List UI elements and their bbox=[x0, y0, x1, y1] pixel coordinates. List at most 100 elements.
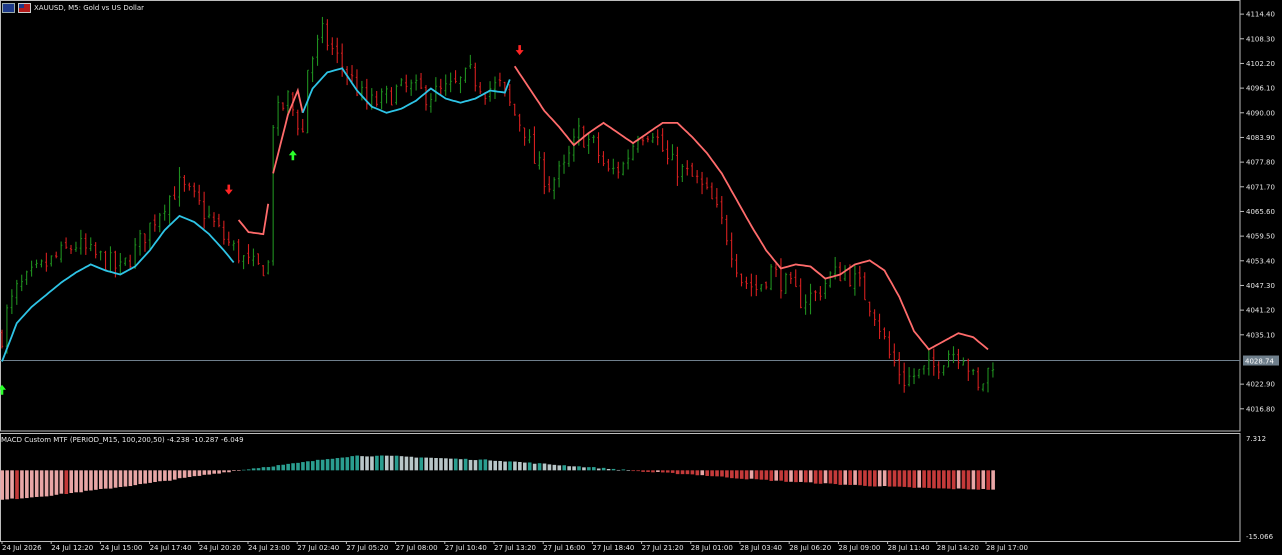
macd-bar bbox=[813, 470, 818, 484]
macd-bar bbox=[340, 457, 345, 471]
macd-bar bbox=[439, 458, 443, 471]
indicator-panel-frame bbox=[0, 433, 1241, 542]
trend-line-layer bbox=[1, 65, 989, 362]
y-tick-label: 4071.70 bbox=[1246, 183, 1275, 191]
macd-bar bbox=[572, 466, 576, 471]
macd-bar bbox=[458, 459, 463, 471]
x-tick-label: 24 Jul 20:20 bbox=[199, 544, 241, 552]
macd-bar bbox=[922, 470, 926, 488]
x-tick-label: 28 Jul 09:00 bbox=[838, 544, 880, 552]
macd-bar bbox=[557, 465, 562, 471]
y-tick-label: 4016.80 bbox=[1246, 405, 1275, 413]
macd-bar bbox=[853, 470, 857, 485]
y-tick-label: 4047.30 bbox=[1246, 282, 1275, 290]
x-tick-label: 24 Jul 15:00 bbox=[100, 544, 142, 552]
trend-line-segment bbox=[237, 203, 270, 236]
macd-bar bbox=[848, 470, 852, 485]
macd-bar bbox=[266, 467, 271, 471]
macd-bar bbox=[0, 470, 4, 500]
macd-bar bbox=[172, 470, 177, 480]
macd-bar bbox=[237, 470, 241, 471]
macd-bar bbox=[710, 470, 714, 477]
macd-bar bbox=[621, 469, 626, 471]
macd-bar bbox=[577, 466, 581, 471]
macd-bar bbox=[799, 470, 803, 482]
macd-bar bbox=[54, 470, 59, 495]
y-tick-label: 4065.60 bbox=[1246, 208, 1275, 216]
buy-arrow-icon bbox=[0, 384, 6, 395]
macd-bar bbox=[350, 456, 355, 471]
macd-bar bbox=[961, 470, 966, 489]
macd-bar bbox=[133, 470, 138, 486]
y-tick-label: 4096.10 bbox=[1246, 85, 1275, 93]
x-tick-label: 27 Jul 10:40 bbox=[445, 544, 487, 552]
macd-bar bbox=[197, 470, 202, 476]
macd-bar bbox=[508, 461, 512, 471]
chart-window[interactable]: XAUUSD, M5: Gold vs US Dollar MACD Custo… bbox=[0, 0, 1282, 555]
x-tick-label: 27 Jul 21:20 bbox=[642, 544, 684, 552]
x-tick-label: 27 Jul 16:00 bbox=[543, 544, 585, 552]
macd-bar bbox=[596, 468, 601, 471]
macd-bar bbox=[527, 462, 532, 471]
macd-bar bbox=[942, 470, 946, 489]
macd-bar bbox=[749, 470, 754, 479]
y-tick-label: 4035.10 bbox=[1246, 331, 1275, 339]
macd-bar bbox=[803, 470, 808, 483]
x-tick-label: 27 Jul 02:40 bbox=[297, 544, 339, 552]
macd-bar bbox=[937, 470, 941, 489]
macd-bar bbox=[892, 470, 897, 487]
macd-bar bbox=[113, 470, 118, 488]
y-tick-label: 4114.40 bbox=[1246, 11, 1275, 19]
macd-bar bbox=[725, 470, 729, 478]
macd-bar bbox=[103, 470, 108, 489]
macd-bar bbox=[182, 470, 187, 478]
macd-bar bbox=[902, 470, 907, 487]
macd-bar bbox=[661, 470, 665, 473]
macd-bar bbox=[720, 470, 724, 477]
macd-bar bbox=[863, 470, 867, 486]
macd-y-tick-label: -15.066 bbox=[1246, 533, 1274, 541]
macd-bar bbox=[429, 457, 433, 471]
macd-bar bbox=[907, 470, 912, 488]
macd-bar bbox=[838, 470, 843, 485]
macd-bar bbox=[498, 460, 502, 471]
macd-bar bbox=[601, 467, 606, 471]
macd-bar bbox=[99, 470, 103, 489]
macd-bar bbox=[232, 470, 236, 471]
macd-histogram-layer bbox=[0, 455, 995, 500]
macd-bar bbox=[89, 470, 93, 491]
main-panel-frame bbox=[0, 0, 1241, 432]
macd-bar bbox=[453, 458, 458, 471]
macd-bar bbox=[730, 470, 734, 479]
macd-bar bbox=[522, 462, 527, 471]
macd-bar bbox=[759, 470, 764, 480]
macd-bar bbox=[399, 456, 404, 471]
macd-bar bbox=[794, 470, 798, 483]
x-tick-label: 27 Jul 08:00 bbox=[396, 544, 438, 552]
macd-bar bbox=[665, 470, 670, 473]
macd-bar bbox=[986, 470, 990, 490]
x-tick-label: 28 Jul 01:00 bbox=[691, 544, 733, 552]
macd-bar bbox=[434, 458, 438, 471]
price-chart-svg[interactable]: 4114.40 4108.30 4102.20 4096.10 4090.00 4083.… bbox=[0, 0, 1282, 555]
macd-bar bbox=[887, 470, 892, 487]
sell-arrow-icon bbox=[224, 184, 233, 195]
macd-bar bbox=[256, 468, 261, 471]
macd-bar bbox=[404, 456, 409, 471]
macd-bar bbox=[868, 470, 872, 487]
macd-bar bbox=[271, 466, 276, 471]
macd-bar bbox=[44, 470, 49, 497]
macd-bar bbox=[64, 470, 69, 495]
macd-bar bbox=[246, 469, 251, 471]
macd-bar bbox=[646, 470, 650, 472]
macd-bar bbox=[946, 470, 951, 489]
macd-bar bbox=[493, 460, 497, 471]
y-tick-label: 4077.80 bbox=[1246, 159, 1275, 167]
macd-bar bbox=[951, 470, 956, 490]
macd-bar bbox=[296, 462, 300, 471]
macd-bar bbox=[700, 470, 705, 476]
macd-bar bbox=[656, 470, 660, 472]
macd-bar bbox=[59, 470, 64, 494]
macd-bar bbox=[335, 458, 340, 471]
macd-bar bbox=[15, 470, 19, 500]
